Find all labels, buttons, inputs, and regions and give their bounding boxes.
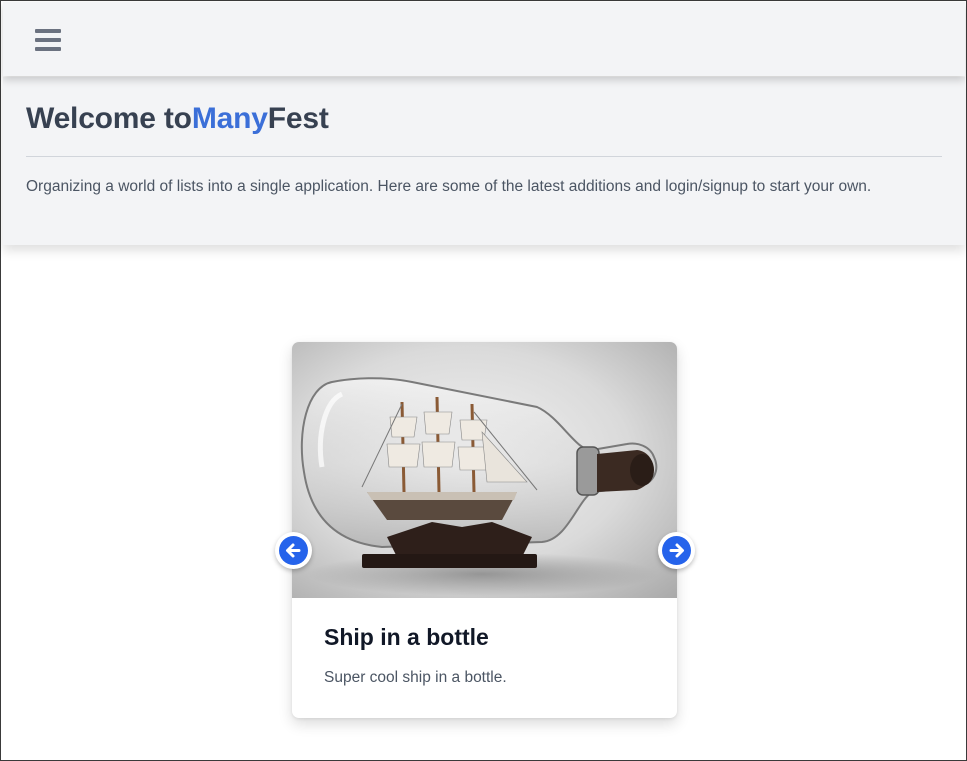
- arrow-left-icon: [286, 543, 301, 558]
- card-description: Super cool ship in a bottle.: [324, 669, 507, 686]
- arrow-right-icon: [669, 543, 684, 558]
- card-title: Ship in a bottle: [324, 624, 489, 650]
- hero-section: Welcome toManyFest Organizing a world of…: [3, 77, 965, 245]
- hamburger-menu-icon[interactable]: [35, 29, 61, 51]
- carousel-card[interactable]: Ship in a bottle Super cool ship in a bo…: [292, 342, 677, 718]
- title-prefix: Welcome to: [26, 102, 192, 135]
- carousel-prev-button[interactable]: [275, 532, 312, 569]
- ship-in-bottle-illustration: [300, 377, 658, 596]
- ship-in-bottle-image: [292, 342, 677, 598]
- hero-divider: [26, 156, 942, 157]
- top-navbar: [3, 2, 965, 76]
- page-title: Welcome toManyFest: [26, 102, 329, 136]
- title-brand-accent: Many: [191, 102, 268, 135]
- carousel-next-button[interactable]: [658, 532, 695, 569]
- hero-description: Organizing a world of lists into a singl…: [26, 178, 872, 195]
- title-suffix: Fest: [267, 102, 329, 135]
